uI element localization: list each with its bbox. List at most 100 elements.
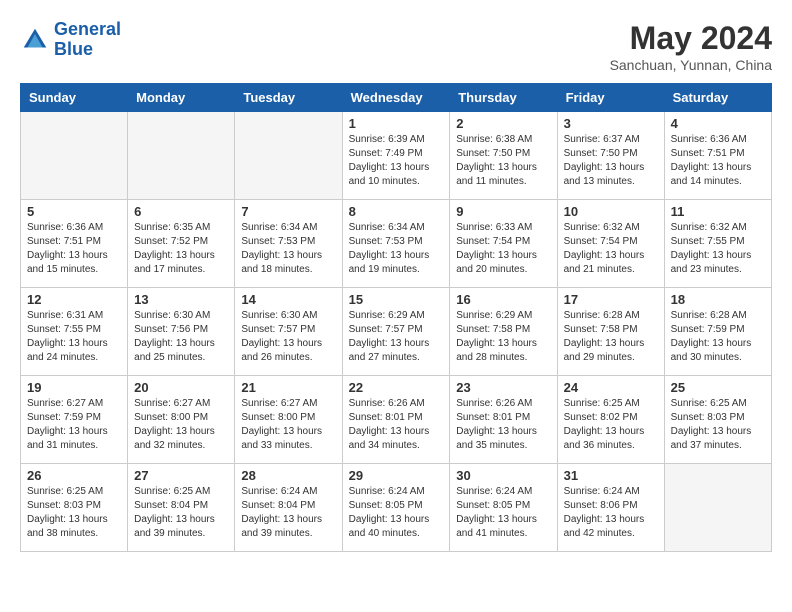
day-info: Sunrise: 6:25 AM Sunset: 8:03 PM Dayligh… — [671, 397, 765, 453]
calendar-cell: 11 Sunrise: 6:32 AM Sunset: 7:55 PM Dayli… — [664, 200, 771, 288]
day-number: 4 — [671, 116, 765, 131]
day-number: 31 — [564, 468, 658, 483]
logo: General Blue — [20, 20, 121, 60]
day-info: Sunrise: 6:24 AM Sunset: 8:04 PM Dayligh… — [241, 485, 335, 541]
weekday-header-sunday: Sunday — [21, 84, 128, 112]
calendar-cell: 4 Sunrise: 6:36 AM Sunset: 7:51 PM Daylig… — [664, 112, 771, 200]
week-row-3: 12 Sunrise: 6:31 AM Sunset: 7:55 PM Dayli… — [21, 288, 772, 376]
day-number: 24 — [564, 380, 658, 395]
day-info: Sunrise: 6:27 AM Sunset: 8:00 PM Dayligh… — [241, 397, 335, 453]
calendar-cell: 10 Sunrise: 6:32 AM Sunset: 7:54 PM Dayli… — [557, 200, 664, 288]
weekday-header-friday: Friday — [557, 84, 664, 112]
page-header: General Blue May 2024 Sanchuan, Yunnan, … — [20, 20, 772, 73]
weekday-header-monday: Monday — [128, 84, 235, 112]
calendar-cell: 23 Sunrise: 6:26 AM Sunset: 8:01 PM Dayli… — [450, 376, 557, 464]
day-number: 9 — [456, 204, 550, 219]
day-number: 10 — [564, 204, 658, 219]
week-row-2: 5 Sunrise: 6:36 AM Sunset: 7:51 PM Daylig… — [21, 200, 772, 288]
calendar-cell — [664, 464, 771, 552]
day-number: 21 — [241, 380, 335, 395]
calendar-cell: 21 Sunrise: 6:27 AM Sunset: 8:00 PM Dayli… — [235, 376, 342, 464]
calendar-cell: 7 Sunrise: 6:34 AM Sunset: 7:53 PM Daylig… — [235, 200, 342, 288]
day-number: 14 — [241, 292, 335, 307]
calendar-cell: 8Sunrise: 6:34 AM Sunset: 7:53 PM Daylig… — [342, 200, 450, 288]
day-info: Sunrise: 6:33 AM Sunset: 7:54 PM Dayligh… — [456, 221, 550, 277]
calendar-cell: 6Sunrise: 6:35 AM Sunset: 7:52 PM Daylig… — [128, 200, 235, 288]
week-row-1: 1Sunrise: 6:39 AM Sunset: 7:49 PM Daylig… — [21, 112, 772, 200]
day-number: 11 — [671, 204, 765, 219]
day-info: Sunrise: 6:34 AM Sunset: 7:53 PM Dayligh… — [241, 221, 335, 277]
day-number: 23 — [456, 380, 550, 395]
week-row-5: 26 Sunrise: 6:25 AM Sunset: 8:03 PM Dayli… — [21, 464, 772, 552]
day-number: 22 — [349, 380, 444, 395]
calendar-cell — [21, 112, 128, 200]
day-info: Sunrise: 6:36 AM Sunset: 7:51 PM Dayligh… — [671, 133, 765, 189]
day-info: Sunrise: 6:25 AM Sunset: 8:02 PM Dayligh… — [564, 397, 658, 453]
calendar-cell: 24 Sunrise: 6:25 AM Sunset: 8:02 PM Dayli… — [557, 376, 664, 464]
day-number: 30 — [456, 468, 550, 483]
day-info: Sunrise: 6:26 AM Sunset: 8:01 PM Dayligh… — [456, 397, 550, 453]
calendar-cell: 5 Sunrise: 6:36 AM Sunset: 7:51 PM Daylig… — [21, 200, 128, 288]
calendar-cell: 3 Sunrise: 6:37 AM Sunset: 7:50 PM Daylig… — [557, 112, 664, 200]
day-info: Sunrise: 6:24 AM Sunset: 8:05 PM Dayligh… — [456, 485, 550, 541]
calendar-cell — [128, 112, 235, 200]
calendar-cell: 13Sunrise: 6:30 AM Sunset: 7:56 PM Dayli… — [128, 288, 235, 376]
day-number: 18 — [671, 292, 765, 307]
calendar-cell: 30 Sunrise: 6:24 AM Sunset: 8:05 PM Dayli… — [450, 464, 557, 552]
weekday-header-tuesday: Tuesday — [235, 84, 342, 112]
title-block: May 2024 Sanchuan, Yunnan, China — [610, 20, 772, 73]
calendar-cell: 31Sunrise: 6:24 AM Sunset: 8:06 PM Dayli… — [557, 464, 664, 552]
calendar-cell: 1Sunrise: 6:39 AM Sunset: 7:49 PM Daylig… — [342, 112, 450, 200]
day-number: 12 — [27, 292, 121, 307]
weekday-header-wednesday: Wednesday — [342, 84, 450, 112]
calendar-cell: 19 Sunrise: 6:27 AM Sunset: 7:59 PM Dayli… — [21, 376, 128, 464]
day-number: 17 — [564, 292, 658, 307]
day-info: Sunrise: 6:36 AM Sunset: 7:51 PM Dayligh… — [27, 221, 121, 277]
day-info: Sunrise: 6:26 AM Sunset: 8:01 PM Dayligh… — [349, 397, 444, 453]
calendar-cell: 20 Sunrise: 6:27 AM Sunset: 8:00 PM Dayli… — [128, 376, 235, 464]
day-number: 25 — [671, 380, 765, 395]
day-info: Sunrise: 6:27 AM Sunset: 8:00 PM Dayligh… — [134, 397, 228, 453]
calendar-cell: 25 Sunrise: 6:25 AM Sunset: 8:03 PM Dayli… — [664, 376, 771, 464]
week-row-4: 19 Sunrise: 6:27 AM Sunset: 7:59 PM Dayli… — [21, 376, 772, 464]
day-info: Sunrise: 6:37 AM Sunset: 7:50 PM Dayligh… — [564, 133, 658, 189]
calendar-cell: 9 Sunrise: 6:33 AM Sunset: 7:54 PM Daylig… — [450, 200, 557, 288]
day-number: 16 — [456, 292, 550, 307]
day-number: 8 — [349, 204, 444, 219]
weekday-header-thursday: Thursday — [450, 84, 557, 112]
day-number: 3 — [564, 116, 658, 131]
day-number: 20 — [134, 380, 228, 395]
calendar-cell: 29 Sunrise: 6:24 AM Sunset: 8:05 PM Dayli… — [342, 464, 450, 552]
day-number: 1 — [349, 116, 444, 131]
day-number: 19 — [27, 380, 121, 395]
day-number: 5 — [27, 204, 121, 219]
day-info: Sunrise: 6:27 AM Sunset: 7:59 PM Dayligh… — [27, 397, 121, 453]
calendar-cell: 2 Sunrise: 6:38 AM Sunset: 7:50 PM Daylig… — [450, 112, 557, 200]
calendar-cell: 27Sunrise: 6:25 AM Sunset: 8:04 PM Dayli… — [128, 464, 235, 552]
calendar-cell: 26 Sunrise: 6:25 AM Sunset: 8:03 PM Dayli… — [21, 464, 128, 552]
day-info: Sunrise: 6:24 AM Sunset: 8:05 PM Dayligh… — [349, 485, 444, 541]
day-number: 27 — [134, 468, 228, 483]
day-info: Sunrise: 6:32 AM Sunset: 7:54 PM Dayligh… — [564, 221, 658, 277]
logo-text: General Blue — [54, 20, 121, 60]
day-number: 28 — [241, 468, 335, 483]
day-number: 7 — [241, 204, 335, 219]
day-info: Sunrise: 6:35 AM Sunset: 7:52 PM Dayligh… — [134, 221, 228, 277]
calendar-cell: 17Sunrise: 6:28 AM Sunset: 7:58 PM Dayli… — [557, 288, 664, 376]
logo-icon — [20, 25, 50, 55]
logo-line2: Blue — [54, 39, 93, 59]
day-number: 26 — [27, 468, 121, 483]
day-info: Sunrise: 6:32 AM Sunset: 7:55 PM Dayligh… — [671, 221, 765, 277]
day-number: 2 — [456, 116, 550, 131]
day-number: 29 — [349, 468, 444, 483]
day-info: Sunrise: 6:29 AM Sunset: 7:57 PM Dayligh… — [349, 309, 444, 365]
calendar-cell: 14Sunrise: 6:30 AM Sunset: 7:57 PM Dayli… — [235, 288, 342, 376]
day-info: Sunrise: 6:25 AM Sunset: 8:03 PM Dayligh… — [27, 485, 121, 541]
weekday-header-row: SundayMondayTuesdayWednesdayThursdayFrid… — [21, 84, 772, 112]
day-info: Sunrise: 6:28 AM Sunset: 7:59 PM Dayligh… — [671, 309, 765, 365]
day-info: Sunrise: 6:38 AM Sunset: 7:50 PM Dayligh… — [456, 133, 550, 189]
calendar-cell — [235, 112, 342, 200]
calendar-cell: 18 Sunrise: 6:28 AM Sunset: 7:59 PM Dayli… — [664, 288, 771, 376]
day-info: Sunrise: 6:31 AM Sunset: 7:55 PM Dayligh… — [27, 309, 121, 365]
day-info: Sunrise: 6:30 AM Sunset: 7:56 PM Dayligh… — [134, 309, 228, 365]
